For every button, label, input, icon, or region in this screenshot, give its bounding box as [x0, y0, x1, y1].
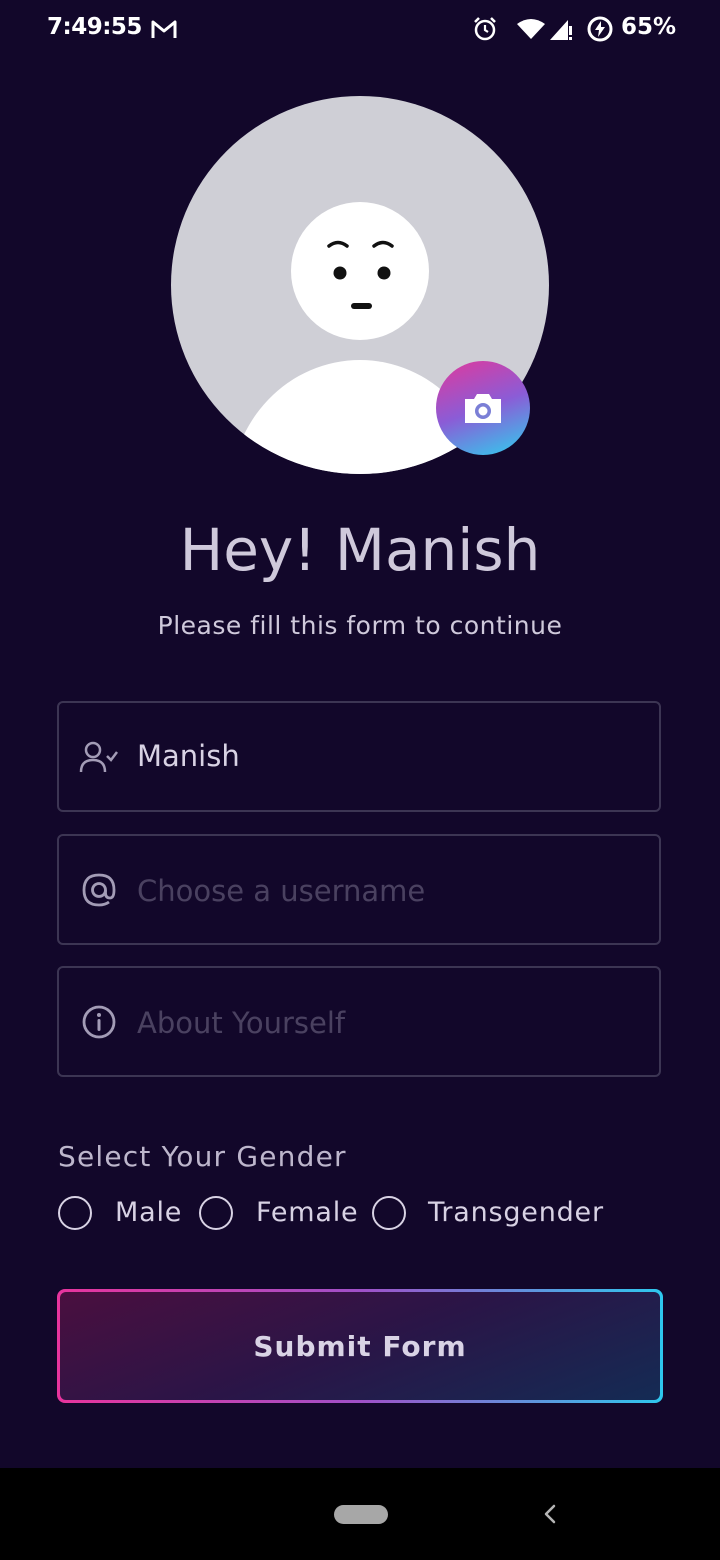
page-title: Hey! Manish	[179, 516, 541, 584]
radio-label-male[interactable]: Male	[115, 1197, 182, 1228]
radio-label-female[interactable]: Female	[256, 1197, 358, 1228]
radio-transgender[interactable]	[372, 1196, 406, 1230]
battery-charging-icon	[587, 16, 613, 42]
radio-male[interactable]	[58, 1196, 92, 1230]
signal-icon	[550, 20, 572, 40]
status-time: 7:49:55	[47, 14, 142, 40]
battery-percent: 65%	[621, 14, 677, 40]
status-bar: 7:49:55 65%	[0, 0, 720, 58]
user-check-icon	[79, 741, 118, 773]
back-icon[interactable]	[540, 1502, 560, 1526]
gender-radio-group: Male Female Transgender	[0, 1194, 720, 1236]
system-nav-bar	[0, 1468, 720, 1560]
radio-female[interactable]	[199, 1196, 233, 1230]
username-input[interactable]	[135, 864, 639, 918]
info-icon	[82, 1005, 116, 1039]
name-value: Manish	[137, 739, 240, 773]
camera-icon	[465, 394, 501, 423]
at-icon	[82, 873, 116, 907]
page-subtitle: Please fill this form to continue	[157, 611, 563, 640]
radio-label-transgender[interactable]: Transgender	[428, 1197, 604, 1228]
submit-label: Submit Form	[60, 1292, 660, 1400]
submit-button[interactable]: Submit Form	[57, 1289, 663, 1403]
gmail-icon	[151, 20, 177, 38]
gender-label: Select Your Gender	[58, 1140, 347, 1173]
alarm-icon	[474, 17, 496, 41]
username-field[interactable]	[57, 834, 661, 945]
wifi-icon	[517, 19, 545, 39]
name-field[interactable]: Manish	[57, 701, 661, 812]
change-photo-button[interactable]	[436, 361, 530, 455]
about-input[interactable]	[135, 996, 639, 1050]
home-pill-button[interactable]	[334, 1505, 388, 1524]
about-field[interactable]	[57, 966, 661, 1077]
